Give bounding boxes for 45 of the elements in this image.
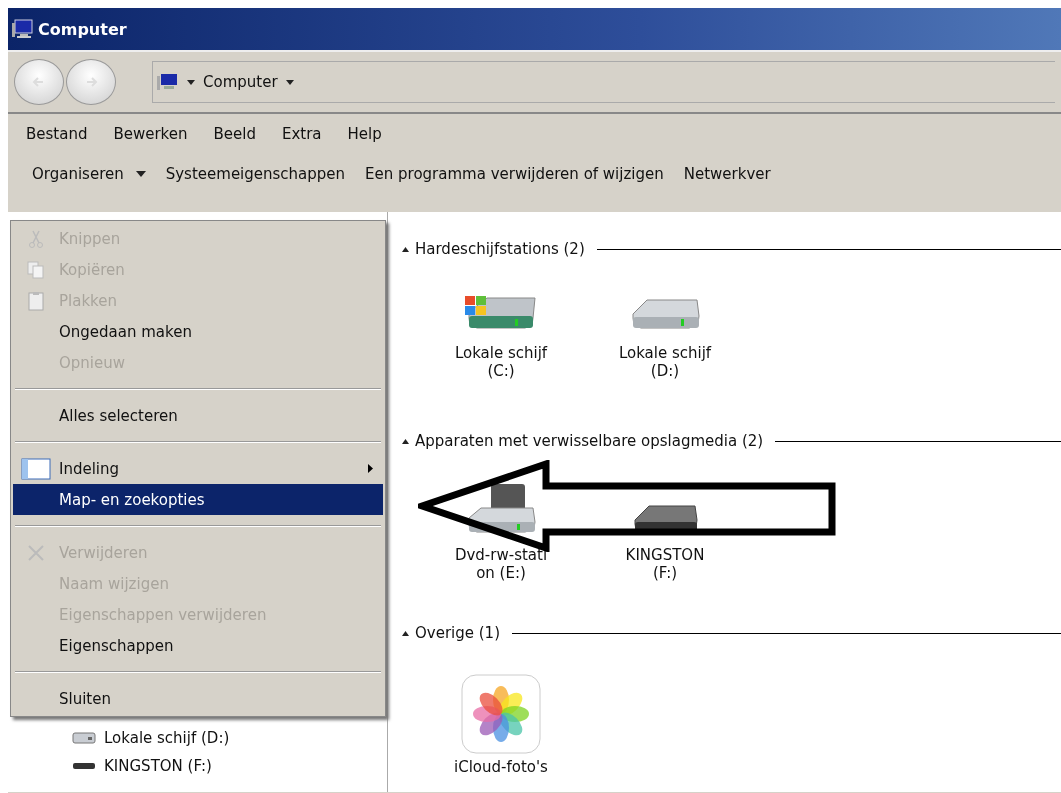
menu-item[interactable]: Extra bbox=[281, 125, 322, 143]
menu-item[interactable]: Eigenschappen bbox=[13, 630, 383, 661]
command-button[interactable]: Een programma verwijderen of wijzigen bbox=[365, 163, 664, 185]
collapse-icon[interactable] bbox=[402, 438, 409, 444]
caret-icon bbox=[285, 79, 294, 85]
submenu-arrow-icon bbox=[368, 464, 373, 473]
drive-label[interactable]: Lokale schijf (C:) bbox=[454, 344, 548, 380]
collapse-icon[interactable] bbox=[402, 630, 409, 636]
layout-icon bbox=[21, 457, 51, 480]
group-heading[interactable]: Apparaten met verwisselbare opslagmedia (2) bbox=[415, 432, 764, 450]
group-heading[interactable]: Hardeschijfstations (2) bbox=[415, 240, 585, 258]
drive-label[interactable]: iCloud-foto's bbox=[454, 758, 548, 776]
delete-icon bbox=[27, 543, 45, 562]
menu-item[interactable]: Alles selecteren bbox=[13, 400, 383, 431]
drive-icon bbox=[72, 731, 96, 745]
command-button[interactable]: Systeemeigenschappen bbox=[165, 163, 346, 185]
copy-icon bbox=[27, 260, 45, 279]
computer-icon bbox=[157, 72, 179, 92]
tree-item[interactable]: Lokale schijf (D:) bbox=[104, 729, 230, 747]
window-title: Computer bbox=[38, 19, 127, 39]
breadcrumb[interactable]: Computer bbox=[203, 73, 278, 91]
photos-app-icon[interactable] bbox=[461, 674, 541, 754]
menu-item[interactable]: Sluiten bbox=[13, 683, 383, 714]
scissors-icon bbox=[28, 229, 44, 248]
menu-item[interactable]: Bewerken bbox=[113, 125, 188, 143]
menu-item[interactable]: Help bbox=[347, 125, 382, 143]
menu-item[interactable]: Map- en zoekopties bbox=[13, 484, 383, 515]
menu-item[interactable]: Beeld bbox=[213, 125, 256, 143]
tree-item[interactable]: KINGSTON (F:) bbox=[104, 757, 212, 775]
drive-label[interactable]: Lokale schijf (D:) bbox=[618, 344, 712, 380]
drive-label[interactable]: Dvd-rw-stati on (E:) bbox=[454, 546, 548, 582]
command-button[interactable]: Organiseren bbox=[32, 163, 146, 185]
clipboard-icon bbox=[27, 290, 45, 311]
command-button[interactable]: Netwerkver bbox=[683, 163, 771, 185]
address-field[interactable]: Computer bbox=[152, 61, 1055, 103]
drive-label[interactable]: KINGSTON (F:) bbox=[625, 546, 705, 582]
menu-item[interactable]: Indeling bbox=[13, 453, 383, 484]
group-heading[interactable]: Overige (1) bbox=[415, 624, 500, 642]
collapse-icon[interactable] bbox=[402, 246, 409, 252]
caret-icon bbox=[135, 171, 146, 177]
usb-drive-icon bbox=[72, 761, 96, 771]
caret-icon bbox=[187, 79, 195, 85]
computer-icon bbox=[12, 19, 34, 39]
menu-item[interactable]: Ongedaan maken bbox=[13, 316, 383, 347]
menu-item[interactable]: Bestand bbox=[26, 125, 88, 143]
